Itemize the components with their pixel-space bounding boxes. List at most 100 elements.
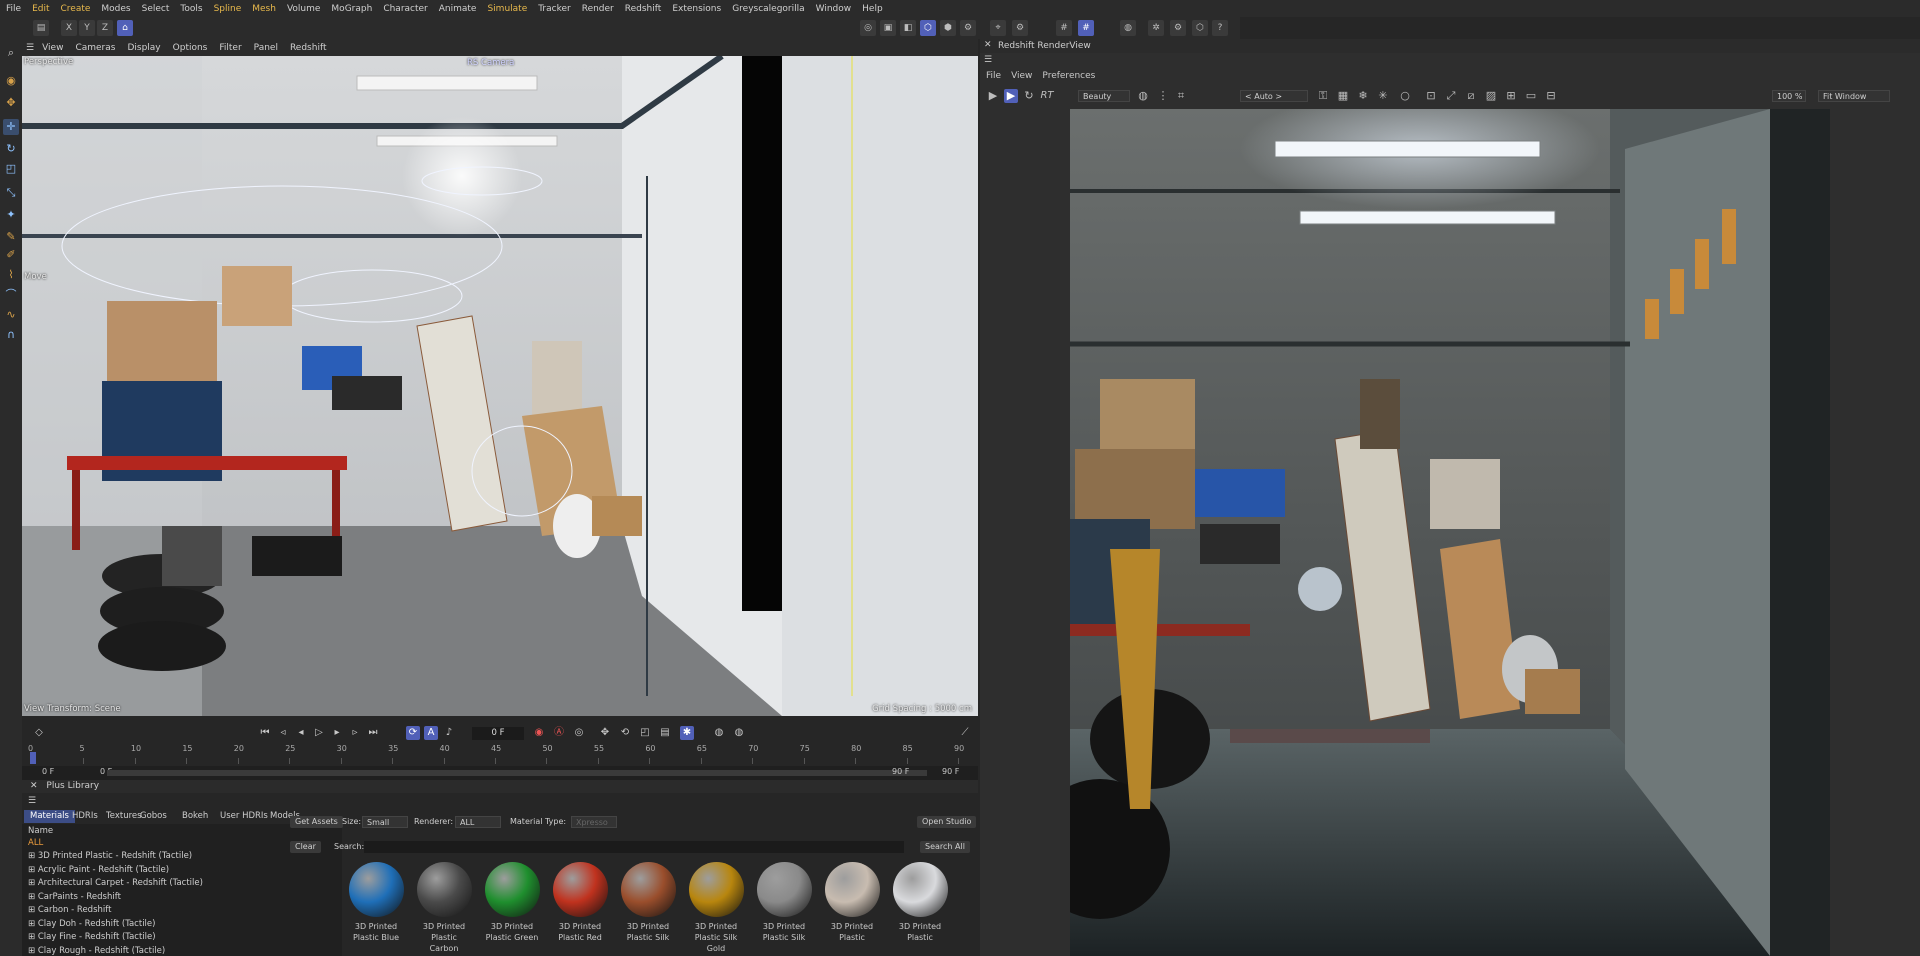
material-type-dropdown[interactable]: Xpresso bbox=[571, 816, 617, 828]
expand-icon[interactable]: ⊞ bbox=[28, 932, 38, 942]
tree-item[interactable]: ⊞ Acrylic Paint - Redshift (Tactile) bbox=[28, 865, 169, 875]
snapshot-icon[interactable]: ⊞ bbox=[1504, 89, 1518, 103]
perspective-viewport[interactable]: Perspective RS Camera Move View Transfor… bbox=[22, 56, 978, 716]
renderview-menu-view[interactable]: View bbox=[1011, 71, 1032, 81]
viewport-menu-redshift[interactable]: Redshift bbox=[290, 43, 327, 53]
axis-y-toggle[interactable]: Y bbox=[79, 20, 95, 36]
menu-spline[interactable]: Spline bbox=[214, 4, 242, 14]
menu-tracker[interactable]: Tracker bbox=[538, 4, 570, 14]
settings-gear-icon[interactable]: ⚙ bbox=[960, 20, 976, 36]
menu-tools[interactable]: Tools bbox=[180, 4, 202, 14]
library-tab-hdris[interactable]: HDRIs bbox=[66, 810, 104, 823]
range-end-a[interactable]: 90 F bbox=[892, 767, 909, 776]
material-swatch[interactable]: 3D Printed Plastic Carbon bbox=[416, 862, 472, 954]
timeline-ruler[interactable]: 0 5 10 15 20 25 30 35 40 45 50 55 60 65 70 75 80 85 90 bbox=[28, 744, 968, 764]
tree-item[interactable]: ⊞ Clay Rough - Redshift (Tactile) bbox=[28, 946, 165, 956]
tiles-icon[interactable]: ▦ bbox=[1336, 89, 1350, 103]
expand-icon[interactable]: ⊞ bbox=[28, 892, 38, 902]
rotate-tool-icon[interactable]: ↻ bbox=[3, 141, 19, 157]
menu-character[interactable]: Character bbox=[383, 4, 427, 14]
range-start-a[interactable]: 0 F bbox=[42, 767, 54, 776]
render-region-icon[interactable]: ◎ bbox=[860, 20, 876, 36]
fcurve-icon[interactable]: ⟋ bbox=[958, 726, 972, 740]
play-icon[interactable]: ▷ bbox=[312, 726, 326, 740]
menu-greyscalegorilla[interactable]: Greyscalegorilla bbox=[732, 4, 804, 14]
tree-item-all[interactable]: ALL bbox=[28, 838, 43, 848]
expand-icon[interactable]: ⊞ bbox=[28, 865, 38, 875]
camera-dropdown[interactable]: < Auto > bbox=[1240, 90, 1308, 102]
menu-animate[interactable]: Animate bbox=[439, 4, 477, 14]
menu-volume[interactable]: Volume bbox=[287, 4, 320, 14]
get-assets-button[interactable]: Get Assets bbox=[290, 816, 343, 828]
image-icon[interactable]: ▨ bbox=[1484, 89, 1498, 103]
expand-icon[interactable]: ⤢ bbox=[1444, 89, 1458, 103]
sculpt-tool-icon[interactable]: ∿ bbox=[3, 307, 19, 323]
library-tab-gobos[interactable]: Gobos bbox=[134, 810, 173, 823]
interpolation-icon[interactable]: ◍ bbox=[712, 726, 726, 740]
material-swatch[interactable]: 3D Printed Plastic Green bbox=[484, 862, 540, 943]
paint-tool-icon[interactable]: ⌇ bbox=[3, 267, 19, 283]
snap-settings-icon[interactable]: ⚙ bbox=[1012, 20, 1028, 36]
tree-item[interactable]: ⊞ 3D Printed Plastic - Redshift (Tactile… bbox=[28, 851, 192, 861]
hamburger-icon[interactable]: ☰ bbox=[26, 43, 34, 53]
viewport-menu-view[interactable]: View bbox=[42, 43, 63, 53]
render-picture-viewer-icon[interactable]: ◧ bbox=[900, 20, 916, 36]
scale-tool-icon[interactable]: ◰ bbox=[3, 161, 19, 177]
deformer-settings-icon[interactable]: ⚙ bbox=[1170, 20, 1186, 36]
range-end-b[interactable]: 90 F bbox=[942, 767, 959, 776]
prev-key-icon[interactable]: ◃ bbox=[276, 726, 290, 740]
export-icon[interactable]: ⊟ bbox=[1544, 89, 1558, 103]
menu-window[interactable]: Window bbox=[816, 4, 852, 14]
next-frame-icon[interactable]: ▸ bbox=[330, 726, 344, 740]
menu-select[interactable]: Select bbox=[142, 4, 170, 14]
axis-z-toggle[interactable]: Z bbox=[97, 20, 113, 36]
prev-frame-icon[interactable]: ◂ bbox=[294, 726, 308, 740]
deformer-icon[interactable]: ✲ bbox=[1148, 20, 1164, 36]
fit-dropdown[interactable]: Fit Window bbox=[1818, 90, 1890, 102]
save-icon[interactable]: ▭ bbox=[1524, 89, 1538, 103]
viewport-menu-cameras[interactable]: Cameras bbox=[75, 43, 115, 53]
move-tool-icon[interactable]: ✛ bbox=[3, 119, 19, 135]
record-icon[interactable]: ◉ bbox=[532, 726, 546, 740]
expand-icon[interactable]: ⊞ bbox=[28, 905, 38, 915]
autokey-icon[interactable]: Ⓐ bbox=[552, 726, 566, 740]
material-swatch[interactable]: 3D Printed Plastic Blue bbox=[348, 862, 404, 943]
tree-item[interactable]: ⊞ Clay Fine - Redshift (Tactile) bbox=[28, 932, 156, 942]
cube-icon[interactable]: ⬢ bbox=[940, 20, 956, 36]
sound-icon[interactable]: ♪ bbox=[442, 726, 456, 740]
menu-simulate[interactable]: Simulate bbox=[487, 4, 527, 14]
menu-edit[interactable]: Edit bbox=[32, 4, 49, 14]
menu-extensions[interactable]: Extensions bbox=[672, 4, 721, 14]
material-swatch[interactable]: 3D Printed Plastic Silk Gold bbox=[688, 862, 744, 954]
brush-tool-icon[interactable]: ⌒ bbox=[3, 287, 19, 303]
material-swatch[interactable]: 3D Printed Plastic bbox=[824, 862, 880, 943]
search-all-button[interactable]: Search All bbox=[920, 841, 970, 853]
next-key-icon[interactable]: ▹ bbox=[348, 726, 362, 740]
help-icon[interactable]: ? bbox=[1212, 20, 1228, 36]
menu-help[interactable]: Help bbox=[862, 4, 883, 14]
material-swatch[interactable]: 3D Printed Plastic bbox=[892, 862, 948, 943]
tree-item[interactable]: ⊞ CarPaints - Redshift bbox=[28, 892, 121, 902]
edit-render-settings-icon[interactable]: ⬡ bbox=[920, 20, 936, 36]
menu-create[interactable]: Create bbox=[61, 4, 91, 14]
material-swatch[interactable]: 3D Printed Plastic Red bbox=[552, 862, 608, 943]
current-frame-field[interactable]: 0 F bbox=[472, 727, 524, 740]
scale-key-icon[interactable]: ◰ bbox=[638, 726, 652, 740]
gorilla-icon[interactable]: ⬡ bbox=[1192, 20, 1208, 36]
renderview-close-icon[interactable]: ✕ bbox=[984, 40, 992, 50]
coordinate-system-icon[interactable]: ⌂ bbox=[117, 20, 133, 36]
playhead[interactable] bbox=[30, 752, 36, 764]
param-key-icon[interactable]: ▤ bbox=[658, 726, 672, 740]
viewport-menu-options[interactable]: Options bbox=[173, 43, 208, 53]
snap-icon[interactable]: ⌖ bbox=[990, 20, 1006, 36]
close-icon[interactable]: ✕ bbox=[30, 781, 38, 791]
menu-redshift[interactable]: Redshift bbox=[625, 4, 662, 14]
menu-mograph[interactable]: MoGraph bbox=[331, 4, 372, 14]
loop-icon[interactable]: ⟳ bbox=[406, 726, 420, 740]
transform-icon[interactable]: ⤡ bbox=[3, 185, 19, 201]
freeze-icon[interactable]: ✳ bbox=[1376, 89, 1390, 103]
keyframe-selection-icon[interactable]: ◎ bbox=[572, 726, 586, 740]
viewport-menu-display[interactable]: Display bbox=[127, 43, 160, 53]
start-render-icon[interactable]: ▶ bbox=[1004, 89, 1018, 103]
tree-item[interactable]: ⊞ Clay Doh - Redshift (Tactile) bbox=[28, 919, 155, 929]
